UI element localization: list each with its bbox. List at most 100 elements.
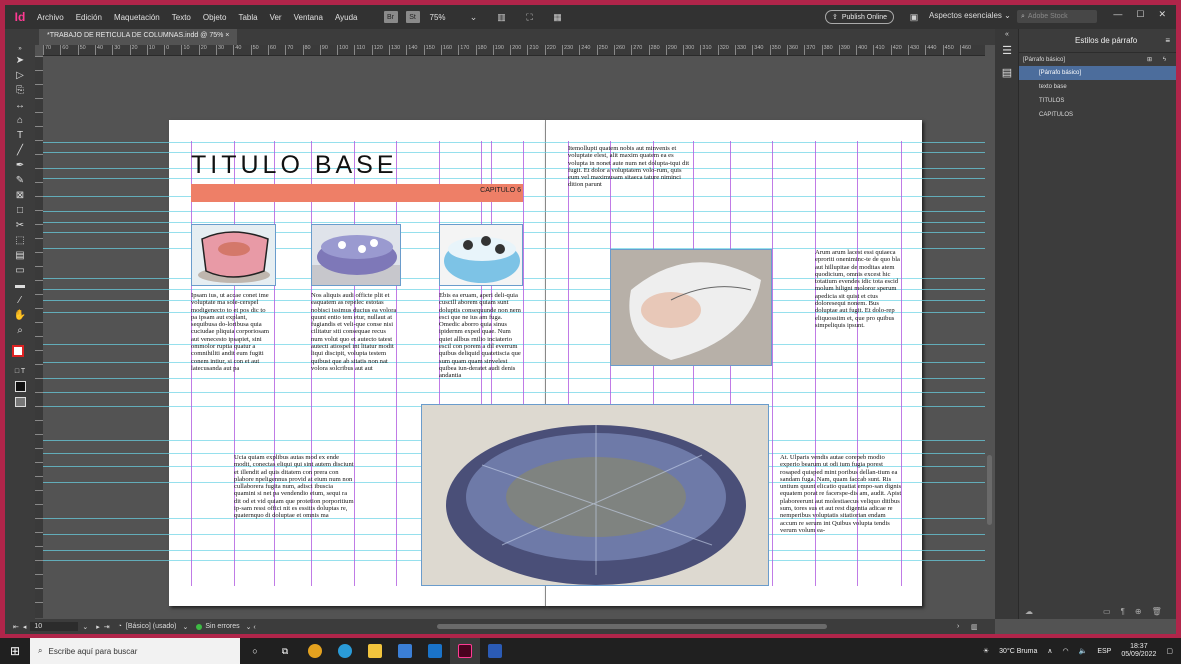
edge-icon[interactable] xyxy=(330,638,360,664)
text-right-bottom[interactable]: At. Ulparis vendis autae corepeb modio e… xyxy=(780,454,902,552)
word-icon[interactable] xyxy=(480,638,510,664)
cake-image-plate[interactable] xyxy=(610,249,772,366)
task-view-icon[interactable]: ⧉ xyxy=(270,638,300,664)
paragraph-styles-title[interactable]: Estilos de párrafo xyxy=(1075,36,1137,45)
vertical-scrollbar[interactable] xyxy=(987,455,992,525)
language-label[interactable]: ESP xyxy=(1097,648,1111,655)
eyedropper-tool-icon[interactable]: ⁄ xyxy=(5,293,35,308)
chrome-icon[interactable] xyxy=(300,638,330,664)
gradient-tool-icon[interactable]: ▤ xyxy=(5,248,35,263)
line-tool-icon[interactable]: ╱ xyxy=(5,143,35,158)
pen-tool-icon[interactable]: ✒ xyxy=(5,158,35,173)
master-dropdown-icon[interactable]: ⌄ xyxy=(182,623,188,631)
comments-panel-icon[interactable]: ▤ xyxy=(995,61,1019,83)
scroll-right-icon[interactable]: › xyxy=(957,623,959,630)
previous-page-icon[interactable]: ◂ xyxy=(23,623,27,631)
menu-objeto[interactable]: Objeto xyxy=(197,13,233,22)
cake-image-large[interactable] xyxy=(421,404,769,586)
publish-export-icon[interactable]: ▣ xyxy=(906,11,922,23)
workspace-switcher[interactable]: Aspectos esenciales ⌄ xyxy=(929,11,1011,20)
horizontal-ruler[interactable]: 70 60 50 40 30 20 10 0 10 20 30 40 50 60 70 80 90 100 110 1… xyxy=(43,45,985,56)
text-column-2[interactable]: Nos aliquis audi officte plit et eaquate… xyxy=(311,292,397,392)
adobe-stock-search[interactable]: ⌕ Adobe Stock xyxy=(1017,10,1097,23)
cake-image-pink[interactable] xyxy=(191,224,276,286)
next-page-icon[interactable]: ▸ xyxy=(96,623,100,631)
panel-expand-icon[interactable]: « xyxy=(995,29,1019,39)
vertical-ruler[interactable] xyxy=(35,56,43,618)
lightning-icon[interactable]: ϟ xyxy=(1163,57,1166,63)
master-label[interactable]: [Básico] (usado) xyxy=(126,623,177,630)
horizontal-scrollbar[interactable] xyxy=(437,624,827,629)
rectangle-frame-tool-icon[interactable]: ⊠ xyxy=(5,188,35,203)
view-options-icon[interactable]: ▥ xyxy=(494,11,510,23)
chevron-down-icon[interactable]: ⌄ xyxy=(466,11,482,23)
selection-tool-icon[interactable]: ➤ xyxy=(5,53,35,68)
scissors-tool-icon[interactable]: ✂ xyxy=(5,218,35,233)
menu-edicion[interactable]: Edición xyxy=(70,13,108,22)
content-collector-icon[interactable]: ⌂ xyxy=(5,113,35,128)
menu-ayuda[interactable]: Ayuda xyxy=(329,13,364,22)
menu-texto[interactable]: Texto xyxy=(166,13,197,22)
pencil-tool-icon[interactable]: ✎ xyxy=(5,173,35,188)
apply-formatting-icon[interactable]: □ T xyxy=(5,364,35,379)
text-column-3[interactable]: Ebis ea eruam, aperi deli-quia cuscill a… xyxy=(439,292,523,392)
zoom-tool-icon[interactable]: ⌕ xyxy=(5,323,35,338)
store-icon[interactable] xyxy=(390,638,420,664)
preflight-status[interactable]: Sin errores xyxy=(205,623,239,630)
page-tool-icon[interactable]: ⎘ xyxy=(5,83,35,98)
volume-icon[interactable]: 🔈 xyxy=(1079,647,1088,655)
tray-chevron-icon[interactable]: ∧ xyxy=(1047,647,1052,655)
mail-icon[interactable] xyxy=(420,638,450,664)
minimize-icon[interactable]: — xyxy=(1113,9,1122,20)
style-item-capitulos[interactable]: CAPITULOS xyxy=(1019,108,1176,122)
panel-menu-icon[interactable]: ≡ xyxy=(1165,36,1170,45)
stock-button[interactable]: St xyxy=(405,11,420,23)
screen-mode-tool-icon[interactable] xyxy=(5,394,35,409)
text-right-top[interactable]: Itemollupti quatem nobis aut minvenis et… xyxy=(568,145,690,193)
layout-icon[interactable]: ▥ xyxy=(971,623,978,631)
menu-tabla[interactable]: Tabla xyxy=(232,13,263,22)
network-icon[interactable]: ◠ xyxy=(1062,647,1068,655)
type-tool-icon[interactable]: T xyxy=(5,128,35,143)
cake-image-blue[interactable] xyxy=(311,224,401,286)
weather-label[interactable]: 30°C Bruma xyxy=(999,648,1037,655)
style-item-titulos[interactable]: TITULOS xyxy=(1019,94,1176,108)
text-right-column[interactable]: Arum arum lacest essi quiaeca eproriti o… xyxy=(815,249,901,344)
bridge-button[interactable]: Br xyxy=(383,11,398,23)
arrange-documents-icon[interactable]: ▦ xyxy=(550,11,566,23)
gradient-feather-icon[interactable]: ▭ xyxy=(5,263,35,278)
page-number-field[interactable]: 10 xyxy=(30,622,79,631)
rectangle-tool-icon[interactable]: □ xyxy=(5,203,35,218)
new-style-group-icon[interactable]: ⊞ xyxy=(1147,56,1152,63)
tab-close-icon[interactable]: × xyxy=(225,32,229,39)
text-column-1[interactable]: Ipsam ius, ut accae conet ime voluptate … xyxy=(191,292,271,392)
apply-color-icon[interactable] xyxy=(5,379,35,394)
zoom-level[interactable]: 75% xyxy=(430,13,446,22)
cake-image-skyblue[interactable] xyxy=(439,224,523,286)
notifications-icon[interactable]: ▢ xyxy=(1166,647,1173,655)
taskbar-search[interactable]: ⌕ Escribe aquí para buscar xyxy=(30,638,240,664)
cortana-icon[interactable]: ○ xyxy=(240,638,270,664)
style-item-parrafo-basico[interactable]: [Párrafo básico] xyxy=(1019,66,1176,80)
chapter-bar[interactable]: CAPITULO 6 xyxy=(191,184,523,202)
paragraph-styles-panel-icon[interactable]: ☰ xyxy=(995,39,1019,61)
page-dropdown-icon[interactable]: ⌄ xyxy=(82,623,88,631)
publish-online-button[interactable]: ⇪ Publish Online xyxy=(825,10,895,24)
clear-overrides-icon[interactable]: ¶ xyxy=(1121,607,1125,616)
fill-stroke-icon[interactable] xyxy=(5,338,35,364)
preflight-dropdown-icon[interactable]: ⌄ ‹ xyxy=(246,623,256,631)
note-tool-icon[interactable]: ▬ xyxy=(5,278,35,293)
hand-tool-icon[interactable]: ✋ xyxy=(5,308,35,323)
new-style-icon[interactable]: ⊕ xyxy=(1135,607,1142,616)
text-column-4[interactable]: Ucia quiam explibus autas mod ex ende mo… xyxy=(234,454,354,534)
close-icon[interactable]: ✕ xyxy=(1158,9,1166,20)
menu-ventana[interactable]: Ventana xyxy=(288,13,329,22)
new-group-icon[interactable]: ▭ xyxy=(1103,607,1111,616)
indesign-taskbar-icon[interactable] xyxy=(450,638,480,664)
pasteboard[interactable]: TITULO BASE CAPITULO 6 Ipsam ius, ut acc… xyxy=(43,56,985,618)
document-tab[interactable]: *TRABAJO DE RETICULA DE COLUMNAS.indd @ … xyxy=(39,29,238,45)
delete-icon[interactable]: 🗑 xyxy=(1152,607,1162,616)
file-explorer-icon[interactable] xyxy=(360,638,390,664)
style-item-texto-base[interactable]: texto base xyxy=(1019,80,1176,94)
menu-ver[interactable]: Ver xyxy=(264,13,288,22)
